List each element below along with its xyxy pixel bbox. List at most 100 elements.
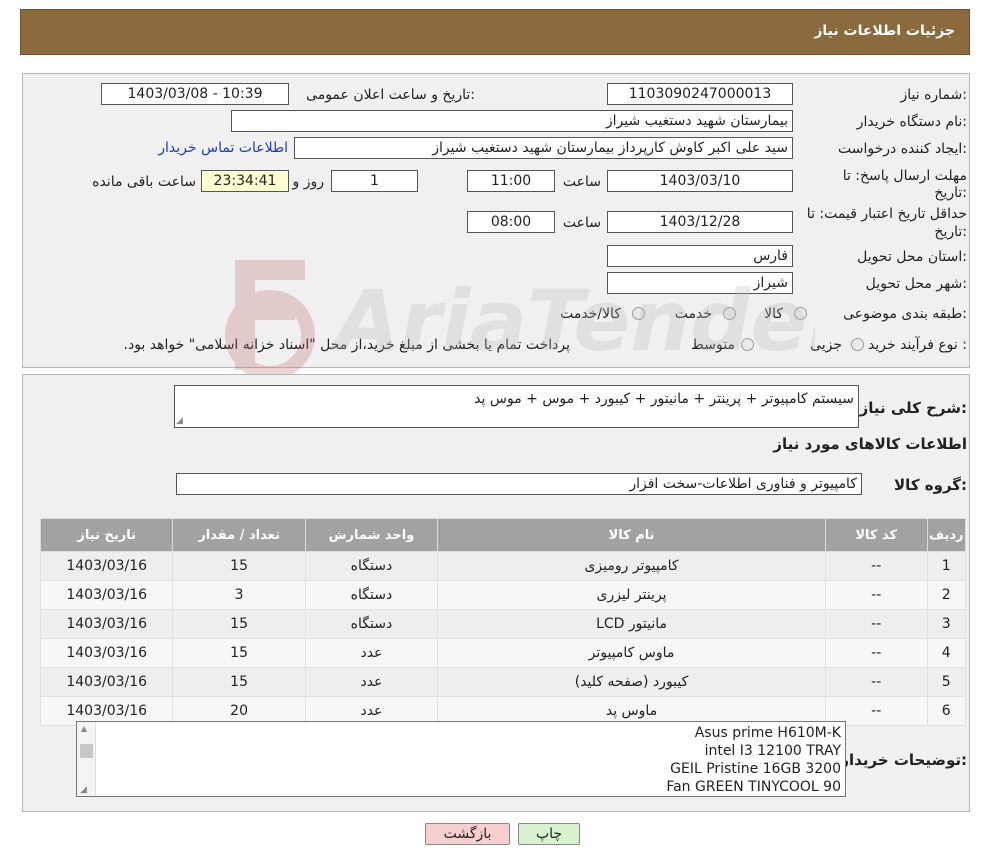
category-goods-radio[interactable] bbox=[794, 307, 807, 320]
days-label: روز و bbox=[292, 174, 325, 190]
goods-group-field: کامپیوتر و فناوری اطلاعات-سخت افزار bbox=[176, 473, 862, 495]
remaining-label: ساعت باقی مانده bbox=[92, 174, 196, 190]
cell-code: -- bbox=[824, 638, 928, 668]
col-date-header: تاریخ نیاز bbox=[39, 518, 174, 552]
announce-datetime-field: 1403/03/08 - 10:39 bbox=[101, 83, 289, 105]
deadline-label: مهلت ارسال پاسخ: تا bbox=[842, 168, 967, 184]
price-validity-label-date: تاریخ: bbox=[934, 224, 967, 240]
category-service-radio[interactable] bbox=[723, 307, 736, 320]
notes-line: Fan GREEN TINYCOOL 90 bbox=[666, 779, 841, 795]
cell-row: 2 bbox=[926, 580, 966, 610]
scroll-thumb[interactable] bbox=[80, 744, 93, 758]
notes-scrollbar[interactable]: ▲ ◢ bbox=[77, 722, 96, 796]
price-validity-date-field: 1403/12/28 bbox=[607, 211, 793, 233]
process-medium-radio[interactable] bbox=[741, 338, 754, 351]
goods-group-label: گروه کالا: bbox=[894, 476, 967, 494]
cell-date: 1403/03/16 bbox=[39, 609, 174, 639]
cell-unit: دستگاه bbox=[304, 609, 439, 639]
notes-line: GEIL Pristine 16GB 3200 bbox=[670, 761, 841, 777]
deadline-date-field: 1403/03/10 bbox=[607, 170, 793, 192]
process-label: نوع فرآیند خرید : bbox=[868, 337, 967, 353]
table-header-row: ردیف کد کالا نام کالا واحد شمارش تعداد /… bbox=[39, 518, 966, 552]
table-row: 3 -- مانیتور LCD دستگاه 15 1403/03/16 bbox=[39, 609, 966, 639]
province-label: استان محل تحویل: bbox=[857, 249, 967, 265]
cell-name: پرینتر لیزری bbox=[437, 580, 826, 610]
buyer-notes-label: توضیحات خریدار: bbox=[840, 751, 967, 769]
cell-code: -- bbox=[824, 667, 928, 697]
summary-field: سیستم کامپیوتر + پرینتر + مانیتور + کیبو… bbox=[174, 385, 859, 428]
table-row: 2 -- پرینتر لیزری دستگاه 3 1403/03/16 bbox=[39, 580, 966, 610]
city-label: شهر محل تحویل: bbox=[865, 276, 967, 292]
cell-qty: 15 bbox=[172, 638, 306, 668]
cell-qty: 3 bbox=[172, 580, 306, 610]
cell-qty: 15 bbox=[172, 551, 306, 581]
process-minor-label: جزیی bbox=[810, 337, 842, 353]
col-row-header: ردیف bbox=[926, 518, 966, 552]
cell-row: 5 bbox=[926, 667, 966, 697]
scroll-up-icon[interactable]: ▲ bbox=[81, 724, 87, 733]
cell-date: 1403/03/16 bbox=[39, 580, 174, 610]
cell-name: ماوس کامپیوتر bbox=[437, 638, 826, 668]
notes-line: intel I3 12100 TRAY bbox=[704, 743, 841, 759]
notes-line: Asus prime H610M-K bbox=[694, 725, 841, 741]
cell-unit: دستگاه bbox=[304, 580, 439, 610]
creator-label: ایجاد کننده درخواست: bbox=[838, 141, 967, 157]
resize-grip-icon[interactable]: ◢ bbox=[80, 785, 87, 795]
process-medium-label: متوسط bbox=[691, 337, 735, 353]
page-title: جزئیات اطلاعات نیاز bbox=[814, 23, 955, 39]
remaining-time-field: 23:34:41 bbox=[201, 170, 289, 192]
cell-unit: دستگاه bbox=[304, 551, 439, 581]
need-number-label: شماره نیاز: bbox=[900, 87, 967, 103]
print-button[interactable]: چاپ bbox=[518, 823, 580, 845]
cell-row: 6 bbox=[926, 696, 966, 726]
province-field: فارس bbox=[607, 245, 793, 267]
cell-row: 1 bbox=[926, 551, 966, 581]
cell-row: 3 bbox=[926, 609, 966, 639]
category-goods-service-radio[interactable] bbox=[632, 307, 645, 320]
table-row: 5 -- کیبورد (صفحه کلید) عدد 15 1403/03/1… bbox=[39, 667, 966, 697]
cell-name: کیبورد (صفحه کلید) bbox=[437, 667, 826, 697]
cell-code: -- bbox=[824, 609, 928, 639]
goods-table: ردیف کد کالا نام کالا واحد شمارش تعداد /… bbox=[39, 518, 966, 726]
cell-name: کامپیوتر رومیزی bbox=[437, 551, 826, 581]
summary-label: شرح کلی نیاز: bbox=[859, 399, 967, 417]
cell-row: 4 bbox=[926, 638, 966, 668]
category-label: طبقه بندی موضوعی: bbox=[843, 306, 967, 322]
deadline-label-date: تاریخ: bbox=[934, 185, 967, 201]
col-unit-header: واحد شمارش bbox=[304, 518, 439, 552]
cell-name: مانیتور LCD bbox=[437, 609, 826, 639]
cell-qty: 15 bbox=[172, 667, 306, 697]
buyer-notes-field[interactable]: ▲ ◢ Asus prime H610M-K intel I3 12100 TR… bbox=[76, 721, 846, 797]
col-qty-header: تعداد / مقدار bbox=[172, 518, 306, 552]
creator-field: سید علی اکبر کاوش کارپرداز بیمارستان شهی… bbox=[294, 137, 793, 159]
back-button[interactable]: بازگشت bbox=[425, 823, 510, 845]
resize-grip-icon[interactable]: ◢ bbox=[176, 416, 183, 426]
process-minor-radio[interactable] bbox=[851, 338, 864, 351]
category-goods-service-label: کالا/خدمت bbox=[560, 306, 621, 322]
need-number-field: 1103090247000013 bbox=[607, 83, 793, 105]
cell-qty: 15 bbox=[172, 609, 306, 639]
cell-unit: عدد bbox=[304, 638, 439, 668]
price-validity-time-field: 08:00 bbox=[467, 211, 555, 233]
price-validity-time-label: ساعت bbox=[562, 215, 601, 231]
goods-info-title: اطلاعات کالاهای مورد نیاز bbox=[773, 435, 967, 453]
cell-date: 1403/03/16 bbox=[39, 551, 174, 581]
price-validity-label: حداقل تاریخ اعتبار قیمت: تا bbox=[806, 206, 967, 222]
deadline-time-field: 11:00 bbox=[467, 170, 555, 192]
cell-date: 1403/03/16 bbox=[39, 667, 174, 697]
category-goods-label: کالا bbox=[764, 306, 783, 322]
city-field: شیراز bbox=[607, 272, 793, 294]
col-code-header: کد کالا bbox=[824, 518, 928, 552]
cell-code: -- bbox=[824, 551, 928, 581]
buyer-org-label: نام دستگاه خریدار: bbox=[856, 114, 967, 130]
col-name-header: نام کالا bbox=[437, 518, 826, 552]
table-row: 1 -- کامپیوتر رومیزی دستگاه 15 1403/03/1… bbox=[39, 551, 966, 581]
announce-label: تاریخ و ساعت اعلان عمومی: bbox=[306, 87, 475, 103]
cell-date: 1403/03/16 bbox=[39, 638, 174, 668]
buyer-contact-link[interactable]: اطلاعات تماس خریدار bbox=[158, 140, 288, 156]
cell-code: -- bbox=[824, 580, 928, 610]
buyer-org-field: بیمارستان شهید دستغیب شیراز bbox=[231, 110, 793, 132]
remaining-days-field: 1 bbox=[331, 170, 418, 192]
cell-unit: عدد bbox=[304, 667, 439, 697]
process-note: پرداخت تمام یا بخشی از مبلغ خرید،از محل … bbox=[123, 337, 570, 353]
